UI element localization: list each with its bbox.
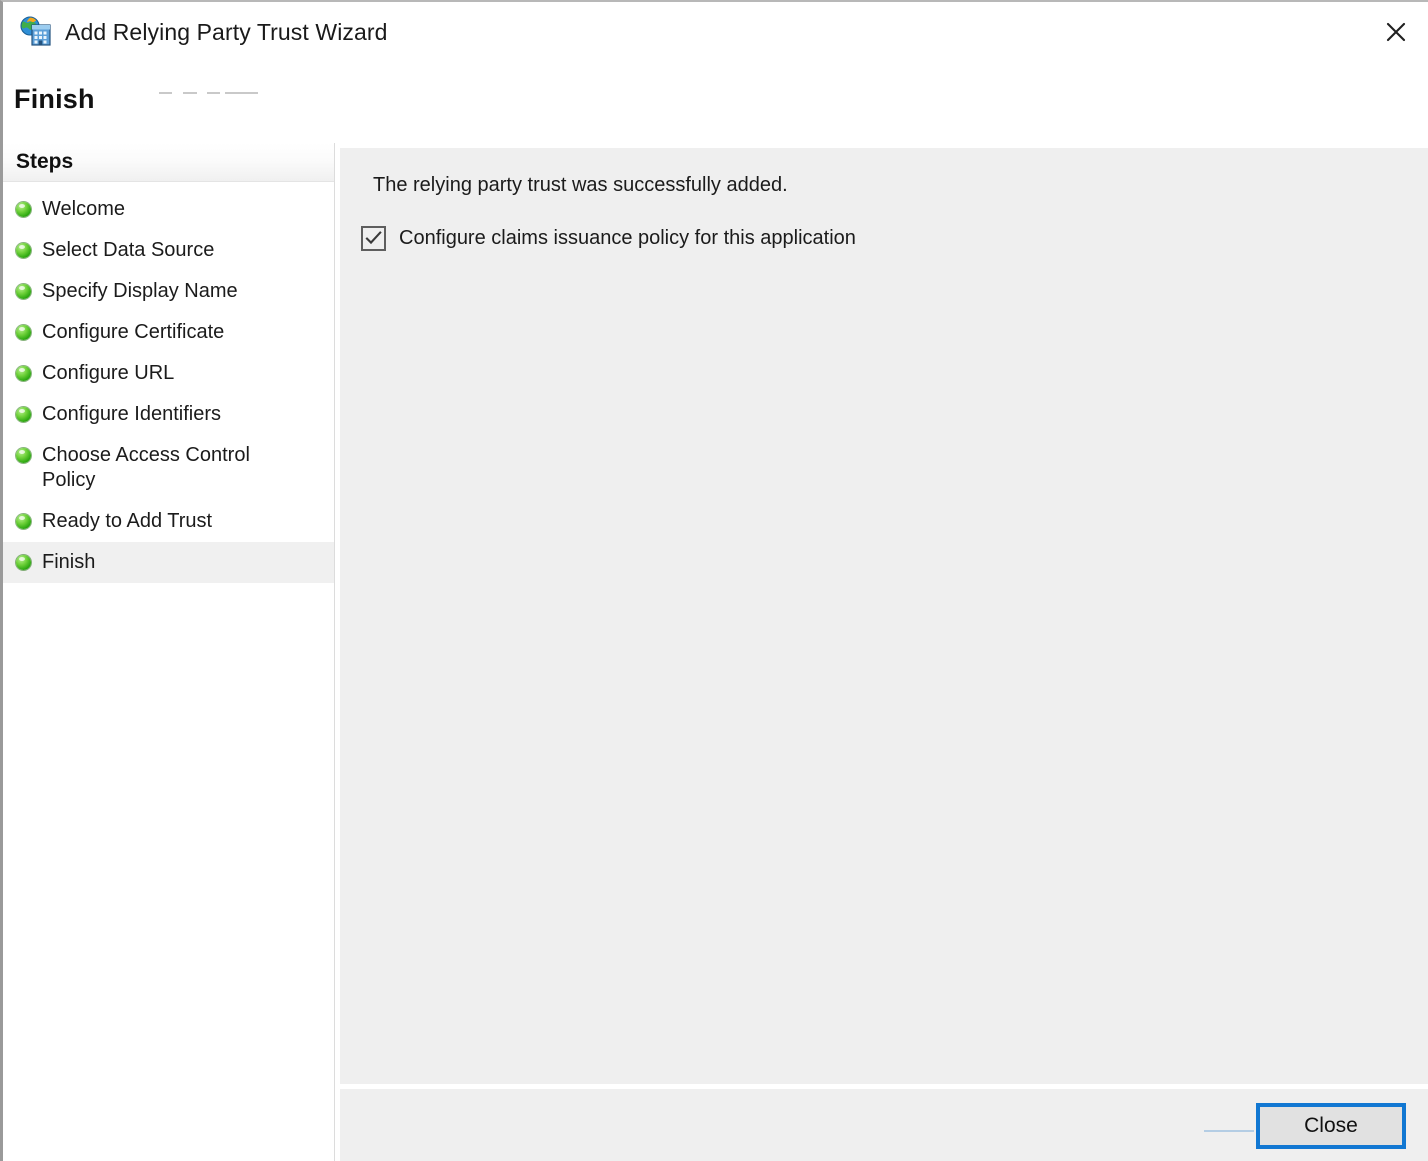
steps-sidebar: Steps Welcome Select Data Source Specify… bbox=[3, 143, 335, 1161]
header-artifact-dash bbox=[183, 92, 197, 94]
sidebar-item-configure-url[interactable]: Configure URL bbox=[3, 353, 334, 394]
sidebar-item-configure-certificate[interactable]: Configure Certificate bbox=[3, 312, 334, 353]
step-complete-icon bbox=[16, 407, 31, 422]
page-header: Finish bbox=[3, 62, 1428, 143]
sidebar-item-specify-display-name[interactable]: Specify Display Name bbox=[3, 271, 334, 312]
footer-artifact-line bbox=[1204, 1130, 1254, 1132]
step-complete-icon bbox=[16, 514, 31, 529]
sidebar-item-configure-identifiers[interactable]: Configure Identifiers bbox=[3, 394, 334, 435]
claims-issuance-label[interactable]: Configure claims issuance policy for thi… bbox=[399, 227, 856, 250]
sidebar-item-label: Welcome bbox=[42, 198, 125, 220]
steps-header: Steps bbox=[3, 143, 334, 182]
sidebar-item-label: Ready to Add Trust bbox=[42, 510, 213, 532]
sidebar-item-select-data-source[interactable]: Select Data Source bbox=[3, 230, 334, 271]
step-complete-icon bbox=[16, 243, 31, 258]
step-complete-icon bbox=[16, 284, 31, 299]
header-artifact-dash bbox=[207, 92, 220, 94]
sidebar-item-label: Finish bbox=[42, 551, 96, 573]
relying-party-trust-icon bbox=[19, 15, 53, 49]
close-button-label: Close bbox=[1304, 1114, 1358, 1137]
sidebar-item-label: Choose Access Control Policy bbox=[42, 444, 250, 491]
close-button[interactable]: Close bbox=[1256, 1103, 1406, 1149]
checkmark-icon bbox=[365, 231, 382, 245]
sidebar-item-finish[interactable]: Finish bbox=[3, 542, 334, 583]
header-artifact-dash bbox=[159, 92, 172, 94]
step-complete-icon bbox=[16, 202, 31, 217]
sidebar-item-ready-to-add-trust[interactable]: Ready to Add Trust bbox=[3, 501, 334, 542]
wizard-window: Add Relying Party Trust Wizard Finish St… bbox=[0, 0, 1428, 1161]
window-title: Add Relying Party Trust Wizard bbox=[65, 18, 388, 45]
sidebar-item-choose-access-control-policy[interactable]: Choose Access Control Policy bbox=[3, 435, 334, 501]
step-complete-icon bbox=[16, 325, 31, 340]
sidebar-item-label: Configure Identifiers bbox=[42, 403, 221, 425]
claims-issuance-row: Configure claims issuance policy for thi… bbox=[361, 226, 856, 251]
steps-list: Welcome Select Data Source Specify Displ… bbox=[3, 182, 334, 583]
sidebar-item-label: Select Data Source bbox=[42, 239, 215, 261]
claims-issuance-checkbox[interactable] bbox=[361, 226, 386, 251]
title-bar: Add Relying Party Trust Wizard bbox=[3, 2, 1428, 62]
page-title: Finish bbox=[14, 84, 95, 114]
step-complete-icon bbox=[16, 555, 31, 570]
header-artifact-dash bbox=[225, 92, 258, 94]
steps-header-label: Steps bbox=[16, 150, 74, 173]
sidebar-item-label: Specify Display Name bbox=[42, 280, 238, 302]
sidebar-item-welcome[interactable]: Welcome bbox=[3, 189, 334, 230]
step-complete-icon bbox=[16, 366, 31, 381]
footer-bar: Close bbox=[340, 1089, 1428, 1161]
step-complete-icon bbox=[16, 448, 31, 463]
success-message: The relying party trust was successfully… bbox=[373, 174, 788, 196]
sidebar-item-label: Configure Certificate bbox=[42, 321, 225, 343]
sidebar-item-label: Configure URL bbox=[42, 362, 175, 384]
close-icon[interactable] bbox=[1374, 10, 1418, 54]
content-panel: The relying party trust was successfully… bbox=[340, 148, 1428, 1084]
